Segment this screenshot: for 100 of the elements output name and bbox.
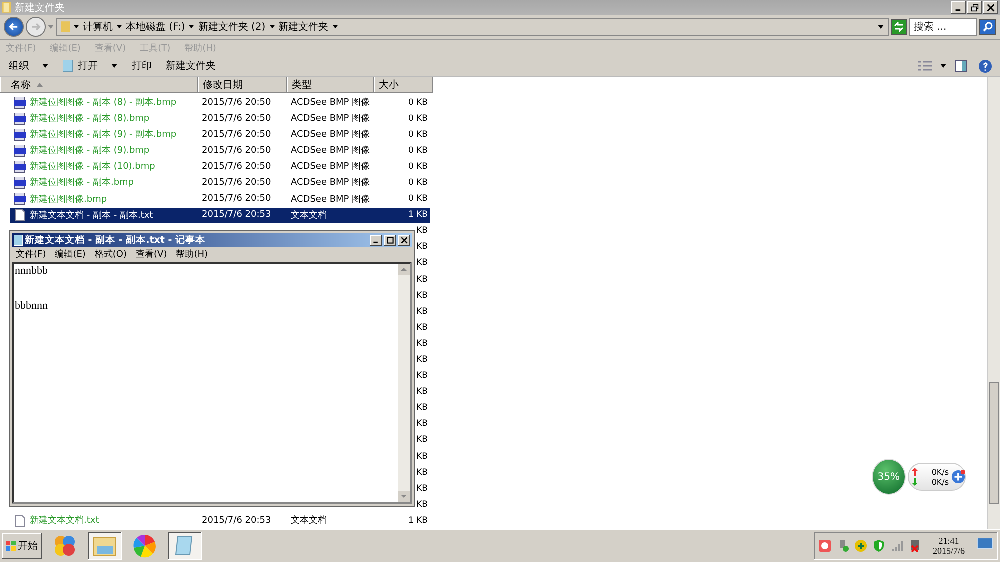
size-cell-text: KB: [416, 403, 429, 414]
upload-arrow-icon: [912, 468, 918, 476]
image-file-icon: [14, 160, 26, 173]
minimize-button[interactable]: [951, 1, 966, 14]
breadcrumb[interactable]: 本地磁盘 (F:): [126, 20, 186, 34]
caret-icon: [940, 64, 947, 68]
pinwheel-icon: [133, 534, 157, 558]
toolbar-button[interactable]: 组织: [4, 59, 54, 73]
address-field[interactable]: 计算机 本地磁盘 (F:) 新建文件夹 (2) 新建文件夹: [56, 18, 889, 36]
download-speed: 0K/s: [932, 478, 950, 486]
close-button[interactable]: [398, 234, 410, 246]
file-row[interactable]: 新建位图图像.bmp 2015/7/6 20:50 ACDSee BMP 图像 0 KB: [10, 192, 430, 207]
image-file-icon: [14, 112, 26, 125]
size-cell-text: KB: [416, 452, 429, 462]
file-row[interactable]: 新建位图图像 - 副本 (9).bmp 2015/7/6 20:50 ACDSee BMP 图像 0 KB: [10, 143, 430, 158]
security-icon[interactable]: [854, 540, 867, 552]
restore-button[interactable]: [967, 1, 982, 14]
column-header[interactable]: 类型: [287, 77, 374, 93]
size-cell-text: KB: [416, 419, 429, 430]
size-cell-text: KB: [416, 274, 429, 285]
toolbar-button[interactable]: 打开: [58, 59, 123, 73]
caret-icon[interactable]: [332, 25, 338, 29]
file-row[interactable]: 新建位图图像 - 副本 (8) - 副本.bmp 2015/7/6 20:50 ACDSee BMP 图像 0 KB: [10, 95, 430, 110]
column-header[interactable]: 名称: [0, 77, 198, 93]
scrollbar[interactable]: [987, 77, 1000, 529]
file-row[interactable]: 新建位图图像 - 副本 (9) - 副本.bmp 2015/7/6 20:50 ACDSee BMP 图像 0 KB: [10, 127, 430, 142]
image-file-icon: [14, 128, 26, 141]
folder-app-button[interactable]: [88, 532, 122, 560]
caret-icon: [42, 64, 49, 68]
pane-icon: [955, 60, 967, 72]
file-row[interactable]: 新建位图图像 - 副本.bmp 2015/7/6 20:50 ACDSee BMP 图像 0 KB: [10, 175, 430, 190]
file-row[interactable]: 新建位图图像 - 副本 (10).bmp 2015/7/6 20:50 ACDSee BMP 图像 0 KB: [10, 159, 430, 174]
menu-item[interactable]: 格式(O): [94, 248, 128, 261]
window-title: 新建文本文档 - 副本 - 副本.txt - 记事本: [25, 234, 206, 246]
breadcrumb[interactable]: 新建文件夹: [278, 20, 329, 34]
size-cell-text: KB: [416, 306, 429, 317]
size-cell-text: KB: [416, 322, 429, 333]
size-cell-text: KB: [416, 468, 429, 478]
column-header[interactable]: 修改日期: [198, 77, 287, 93]
close-button[interactable]: [983, 1, 998, 14]
close-icon: [986, 4, 994, 12]
back-arrow-icon: [8, 21, 20, 33]
size-cell-text: KB: [416, 258, 429, 268]
toolbar-button[interactable]: 打印: [127, 59, 157, 73]
size-cell-text: KB: [416, 226, 429, 236]
refresh-icon: [893, 22, 905, 32]
size-cell-text: KB: [416, 484, 429, 494]
caret-icon: [48, 25, 54, 29]
notepad-app-button[interactable]: [168, 532, 202, 560]
size-cell-text: KB: [416, 371, 429, 382]
file-row[interactable]: 新建文本文档 - 副本 - 副本.txt 2015/7/6 20:53 文本文档 1 KB: [10, 208, 430, 223]
breadcrumb[interactable]: 计算机: [83, 20, 113, 34]
colored-balls-icon: [53, 534, 77, 558]
refresh-button[interactable]: [891, 19, 907, 35]
menu-item[interactable]: 文件(F): [16, 248, 46, 261]
toolbar-button[interactable]: 新建文件夹: [161, 59, 221, 73]
folder-icon: [2, 2, 11, 13]
forward-button[interactable]: [26, 17, 46, 37]
notepad-icon: [14, 234, 23, 246]
caret-icon: [111, 64, 118, 68]
windows-logo: [6, 541, 16, 551]
breadcrumb[interactable]: 新建文件夹 (2): [198, 20, 266, 34]
dropdown-caret-icon[interactable]: [878, 25, 884, 29]
image-file-icon: [14, 193, 26, 206]
download-arrow-icon: [912, 478, 918, 486]
image-file-icon: [14, 96, 26, 108]
maximize-button[interactable]: [384, 234, 396, 246]
image-file-icon: [14, 144, 26, 157]
menu-item[interactable]: 帮助(H): [176, 248, 208, 261]
file-row[interactable]: 新建位图图像 - 副本 (8).bmp 2015/7/6 20:50 ACDSee BMP 图像 0 KB: [10, 111, 430, 126]
file-row[interactable]: 新建文本文档.txt 2015/7/6 20:53 文本文档 1 KB: [10, 513, 430, 528]
size-cell-text: KB: [416, 387, 429, 398]
menu-item[interactable]: 查看(V): [136, 248, 168, 261]
caret-icon[interactable]: [189, 25, 194, 29]
folder-icon: [61, 21, 70, 33]
search-button[interactable]: [979, 19, 996, 35]
network-error-icon[interactable]: [908, 540, 921, 552]
size-cell-text: KB: [416, 242, 429, 252]
caret-icon[interactable]: [117, 25, 122, 29]
size-cell-text: KB: [416, 290, 429, 301]
upload-speed: 0K/s: [932, 468, 950, 476]
search-field[interactable]: 搜索 ...: [909, 18, 977, 36]
column-header[interactable]: 大小: [374, 77, 433, 93]
start-button[interactable]: 开始: [2, 533, 42, 559]
sort-arrow-icon: [37, 82, 43, 86]
size-cell-text: KB: [416, 435, 429, 446]
desktop-icon: [977, 538, 993, 551]
minimize-button[interactable]: [370, 234, 382, 246]
close-icon: [400, 236, 408, 244]
clock[interactable]: 21:41 2015/7/6: [932, 536, 965, 556]
shield-icon[interactable]: [872, 540, 885, 552]
back-button[interactable]: [4, 17, 24, 37]
caret-icon[interactable]: [270, 25, 275, 29]
menu-item[interactable]: 编辑(E): [55, 248, 86, 261]
caret-icon[interactable]: [74, 25, 79, 29]
help-icon: [979, 60, 992, 72]
window-title: 新建文件夹: [15, 2, 65, 14]
plus-icon[interactable]: [951, 469, 966, 485]
maximize-icon: [386, 236, 394, 244]
percent-label: 35%: [878, 472, 900, 482]
